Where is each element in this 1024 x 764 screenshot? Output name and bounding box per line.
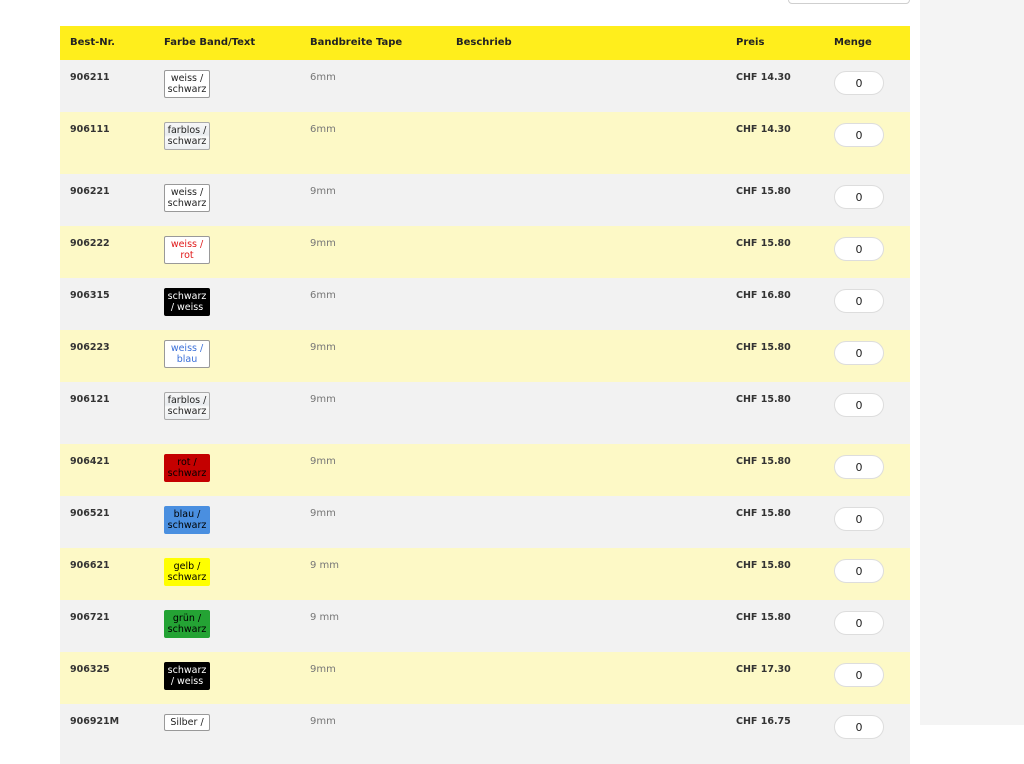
quantity-input[interactable]: 0 xyxy=(834,237,884,261)
cell-price: CHF 15.80 xyxy=(736,394,791,405)
quantity-input[interactable]: 0 xyxy=(834,455,884,479)
color-swatch: weiss / schwarz xyxy=(164,70,210,98)
quantity-input[interactable]: 0 xyxy=(834,393,884,417)
cell-bandwidth: 9 mm xyxy=(310,560,340,571)
table-row: 906111 farblos / schwarz 6mm CHF 14.30 0 xyxy=(60,112,910,174)
cell-price: CHF 15.80 xyxy=(736,186,791,197)
cell-best-nr: 906521 xyxy=(70,508,110,519)
cell-price: CHF 14.30 xyxy=(736,124,791,135)
cell-price: CHF 16.75 xyxy=(736,716,791,727)
cell-best-nr: 906921M xyxy=(70,716,120,727)
cell-best-nr: 906111 xyxy=(70,124,110,135)
cell-bandwidth: 9mm xyxy=(310,508,336,519)
color-swatch: farblos / schwarz xyxy=(164,392,210,420)
header-price: Preis xyxy=(736,37,765,48)
color-swatch: gelb / schwarz xyxy=(164,558,210,586)
cell-best-nr: 906223 xyxy=(70,342,110,353)
cell-best-nr: 906221 xyxy=(70,186,110,197)
cell-best-nr: 906315 xyxy=(70,290,110,301)
cell-price: CHF 15.80 xyxy=(736,342,791,353)
color-swatch: grün / schwarz xyxy=(164,610,210,638)
color-swatch: blau / schwarz xyxy=(164,506,210,534)
cell-bandwidth: 9mm xyxy=(310,664,336,675)
product-table: Best-Nr. Farbe Band/Text Bandbreite Tape… xyxy=(60,26,910,764)
header-description: Beschrieb xyxy=(456,37,512,48)
right-sidebar-panel xyxy=(920,0,1024,725)
cell-best-nr: 906211 xyxy=(70,72,110,83)
cell-price: CHF 15.80 xyxy=(736,508,791,519)
cell-bandwidth: 9mm xyxy=(310,342,336,353)
header-best-nr: Best-Nr. xyxy=(70,37,115,48)
quantity-input[interactable]: 0 xyxy=(834,611,884,635)
cell-bandwidth: 6mm xyxy=(310,124,336,135)
table-row: 906621 gelb / schwarz 9 mm CHF 15.80 0 xyxy=(60,548,910,600)
table-body: 906211 weiss / schwarz 6mm CHF 14.30 0 906111… xyxy=(60,60,910,764)
color-swatch: weiss / blau xyxy=(164,340,210,368)
table-row: 906315 schwarz / weiss 6mm CHF 16.80 0 xyxy=(60,278,910,330)
color-swatch: schwarz / weiss xyxy=(164,288,210,316)
cell-bandwidth: 9mm xyxy=(310,456,336,467)
cell-best-nr: 906121 xyxy=(70,394,110,405)
cell-price: CHF 14.30 xyxy=(736,72,791,83)
quantity-input[interactable]: 0 xyxy=(834,71,884,95)
cell-bandwidth: 9mm xyxy=(310,186,336,197)
cell-bandwidth: 9 mm xyxy=(310,612,340,623)
quantity-input[interactable]: 0 xyxy=(834,341,884,365)
cell-bandwidth: 9mm xyxy=(310,716,336,727)
cell-price: CHF 15.80 xyxy=(736,238,791,249)
cell-bandwidth: 6mm xyxy=(310,72,336,83)
cell-bandwidth: 9mm xyxy=(310,238,336,249)
cell-best-nr: 906222 xyxy=(70,238,110,249)
quantity-input[interactable]: 0 xyxy=(834,123,884,147)
cell-price: CHF 15.80 xyxy=(736,456,791,467)
color-swatch: rot / schwarz xyxy=(164,454,210,482)
table-header: Best-Nr. Farbe Band/Text Bandbreite Tape… xyxy=(60,26,910,60)
table-row: 906222 weiss / rot 9mm CHF 15.80 0 xyxy=(60,226,910,278)
quantity-input[interactable]: 0 xyxy=(834,289,884,313)
quantity-input[interactable]: 0 xyxy=(834,507,884,531)
color-swatch: weiss / schwarz xyxy=(164,184,210,212)
cell-price: CHF 15.80 xyxy=(736,560,791,571)
cell-price: CHF 17.30 xyxy=(736,664,791,675)
color-swatch: Silber / xyxy=(164,714,210,731)
sort-select[interactable] xyxy=(788,0,910,4)
cell-best-nr: 906421 xyxy=(70,456,110,467)
cell-price: CHF 16.80 xyxy=(736,290,791,301)
table-row: 906221 weiss / schwarz 9mm CHF 15.80 0 xyxy=(60,174,910,226)
table-row: 906121 farblos / schwarz 9mm CHF 15.80 0 xyxy=(60,382,910,444)
quantity-input[interactable]: 0 xyxy=(834,715,884,739)
color-swatch: farblos / schwarz xyxy=(164,122,210,150)
table-row: 906921M Silber / 9mm CHF 16.75 0 xyxy=(60,704,910,764)
quantity-input[interactable]: 0 xyxy=(834,559,884,583)
cell-best-nr: 906325 xyxy=(70,664,110,675)
quantity-input[interactable]: 0 xyxy=(834,185,884,209)
cell-best-nr: 906721 xyxy=(70,612,110,623)
header-quantity: Menge xyxy=(834,37,872,48)
table-row: 906421 rot / schwarz 9mm CHF 15.80 0 xyxy=(60,444,910,496)
table-row: 906325 schwarz / weiss 9mm CHF 17.30 0 xyxy=(60,652,910,704)
cell-best-nr: 906621 xyxy=(70,560,110,571)
cell-price: CHF 15.80 xyxy=(736,612,791,623)
table-row: 906223 weiss / blau 9mm CHF 15.80 0 xyxy=(60,330,910,382)
cell-bandwidth: 9mm xyxy=(310,394,336,405)
color-swatch: schwarz / weiss xyxy=(164,662,210,690)
cell-bandwidth: 6mm xyxy=(310,290,336,301)
header-bandwidth: Bandbreite Tape xyxy=(310,37,403,48)
quantity-input[interactable]: 0 xyxy=(834,663,884,687)
table-row: 906721 grün / schwarz 9 mm CHF 15.80 0 xyxy=(60,600,910,652)
table-row: 906211 weiss / schwarz 6mm CHF 14.30 0 xyxy=(60,60,910,112)
color-swatch: weiss / rot xyxy=(164,236,210,264)
table-row: 906521 blau / schwarz 9mm CHF 15.80 0 xyxy=(60,496,910,548)
header-color: Farbe Band/Text xyxy=(164,37,256,48)
